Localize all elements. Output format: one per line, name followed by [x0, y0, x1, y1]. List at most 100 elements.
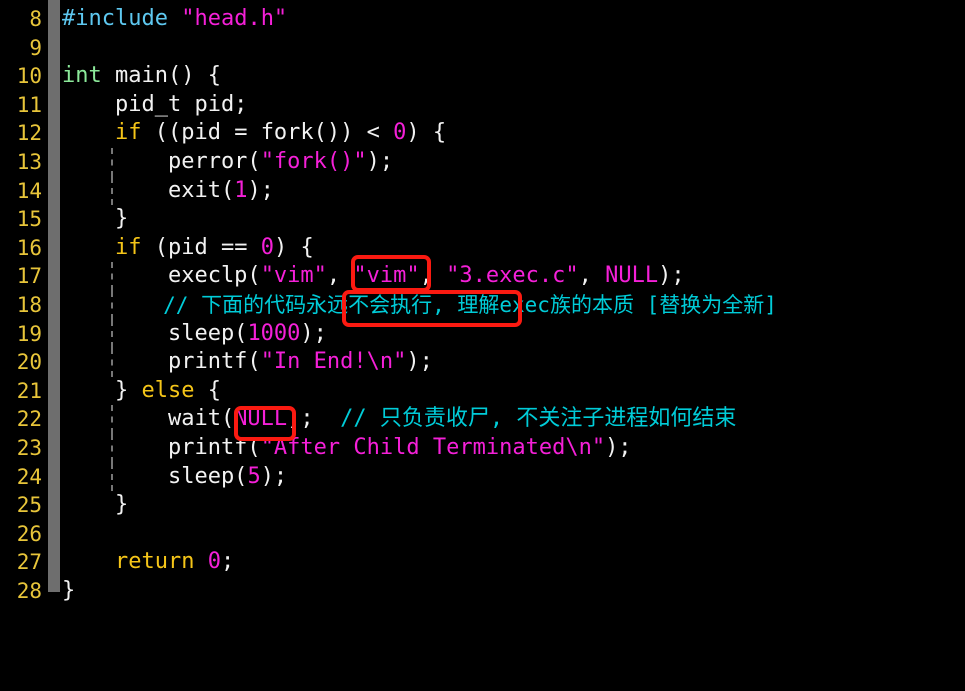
code-line[interactable]: 17 execlp("vim", "vim", "3.exec.c", NULL…: [0, 262, 965, 291]
token-plain: (pid ==: [141, 234, 261, 260]
token-plain: );: [366, 149, 394, 174]
code-line[interactable]: 18 // 下面的代码永远不会执行, 理解exec族的本质 [替换为全新]: [0, 291, 965, 320]
token-plain: );: [247, 177, 274, 203]
line-number: 11: [16, 92, 42, 117]
line-content: } else {: [62, 377, 221, 406]
line-number: 10: [16, 64, 42, 89]
token-plain: ) {: [273, 234, 314, 260]
line-number: 24: [16, 464, 42, 489]
line-number: 13: [16, 150, 42, 174]
code-line[interactable]: 26: [0, 520, 965, 549]
token-plain: wait(: [62, 406, 235, 432]
token-header-string: "head.h": [181, 6, 288, 31]
line-number: 15: [16, 207, 42, 232]
token-comment: // 只负责收尸, 不关注子进程如何结束: [340, 406, 737, 432]
token-plain: sleep(: [62, 463, 248, 489]
code-editor[interactable]: 8 #include "head.h" 9 10 int main() { 11…: [0, 0, 965, 611]
line-number: 16: [16, 235, 42, 260]
token-plain: printf(: [62, 349, 261, 375]
code-line[interactable]: 19 sleep(1000);: [0, 319, 965, 349]
token-type-int: int: [62, 63, 102, 89]
token-plain: sleep(: [62, 320, 248, 346]
code-line[interactable]: 27 return 0;: [0, 548, 965, 577]
token-keyword-if: if: [114, 120, 142, 146]
code-line[interactable]: 15 }: [0, 205, 965, 234]
token-plain: exit(: [62, 177, 235, 203]
token-plain: );: [658, 263, 685, 289]
code-line[interactable]: 8 #include "head.h": [0, 5, 965, 34]
line-content: printf("In End!\n");: [62, 348, 433, 377]
line-number: 18: [16, 293, 42, 317]
token-plain: ((pid = fork()) <: [141, 120, 394, 146]
token-plain: );: [605, 435, 632, 460]
line-content: wait(NULL); // 只负责收尸, 不关注子进程如何结束: [62, 405, 736, 434]
line-number: 17: [16, 264, 42, 289]
code-line[interactable]: 28 }: [0, 577, 965, 606]
line-content: int main() {: [62, 62, 221, 91]
token-plain: );: [287, 406, 341, 432]
token-string: "After Child Terminated\n": [260, 435, 606, 460]
code-line[interactable]: 14 exit(1);: [0, 176, 965, 206]
line-content: exit(1);: [62, 177, 274, 206]
line-content: sleep(1000);: [62, 320, 327, 349]
token-constant-null: NULL: [234, 406, 288, 432]
token-plain: );: [260, 463, 288, 489]
token-keyword-else: else: [141, 377, 195, 403]
token-plain: }: [62, 377, 142, 403]
line-content: sleep(5);: [62, 463, 287, 492]
line-number: 8: [29, 7, 42, 31]
line-number: 12: [16, 121, 42, 146]
token-number: 1000: [247, 320, 301, 346]
line-content: if (pid == 0) {: [62, 234, 314, 263]
line-number: 19: [16, 321, 42, 346]
token-plain: main() {: [101, 63, 221, 89]
code-line[interactable]: 20 printf("In End!\n");: [0, 348, 965, 377]
token-comma: ,: [326, 263, 354, 289]
token-number: 1: [234, 177, 248, 203]
line-content: printf("After Child Terminated\n");: [62, 434, 632, 463]
token-string-arg0: "vim": [260, 263, 327, 289]
code-line[interactable]: 10 int main() {: [0, 62, 965, 91]
token-string-arg1: "vim": [353, 263, 420, 289]
code-line[interactable]: 13 perror("fork()");: [0, 148, 965, 177]
line-content: return 0;: [62, 548, 234, 577]
token-comment: // 下面的代码永远不会执行, 理解exec族的本质 [替换为全新]: [163, 293, 777, 317]
token-plain: {: [194, 377, 221, 403]
code-line[interactable]: 9: [0, 34, 965, 63]
line-content: }: [62, 492, 129, 518]
code-line[interactable]: 25 }: [0, 491, 965, 520]
token-plain: );: [300, 320, 327, 346]
line-content: // 下面的代码永远不会执行, 理解exec族的本质 [替换为全新]: [62, 291, 777, 320]
token-string: "In End!\n": [260, 349, 407, 375]
code-line[interactable]: 11 pid_t pid;: [0, 91, 965, 120]
token-number: 0: [393, 120, 407, 146]
token-keyword-return: return: [114, 549, 195, 575]
token-keyword-if: if: [114, 234, 142, 260]
line-number: 26: [16, 521, 42, 546]
code-line[interactable]: 22 wait(NULL); // 只负责收尸, 不关注子进程如何结束: [0, 405, 965, 434]
code-line[interactable]: 23 printf("After Child Terminated\n");: [0, 434, 965, 463]
line-number: 20: [16, 350, 42, 375]
token-plain: ) {: [406, 120, 447, 146]
token-number: 0: [260, 234, 274, 260]
line-content: if ((pid = fork()) < 0) {: [62, 119, 446, 148]
code-lines-container[interactable]: 8 #include "head.h" 9 10 int main() { 11…: [0, 0, 965, 611]
line-content: #include "head.h": [62, 5, 287, 34]
line-content: }: [62, 206, 129, 232]
line-content: perror("fork()");: [62, 148, 393, 177]
token-string: "fork()": [260, 149, 367, 174]
token-string-arg2: "3.exec.c": [446, 263, 579, 289]
line-number: 27: [16, 550, 42, 575]
token-number: 0: [207, 549, 221, 575]
code-line[interactable]: 16 if (pid == 0) {: [0, 234, 965, 263]
code-line[interactable]: 12 if ((pid = fork()) < 0) {: [0, 119, 965, 148]
code-line[interactable]: 21 } else {: [0, 377, 965, 406]
code-line[interactable]: 24 sleep(5);: [0, 462, 965, 492]
line-number: 28: [16, 579, 42, 603]
